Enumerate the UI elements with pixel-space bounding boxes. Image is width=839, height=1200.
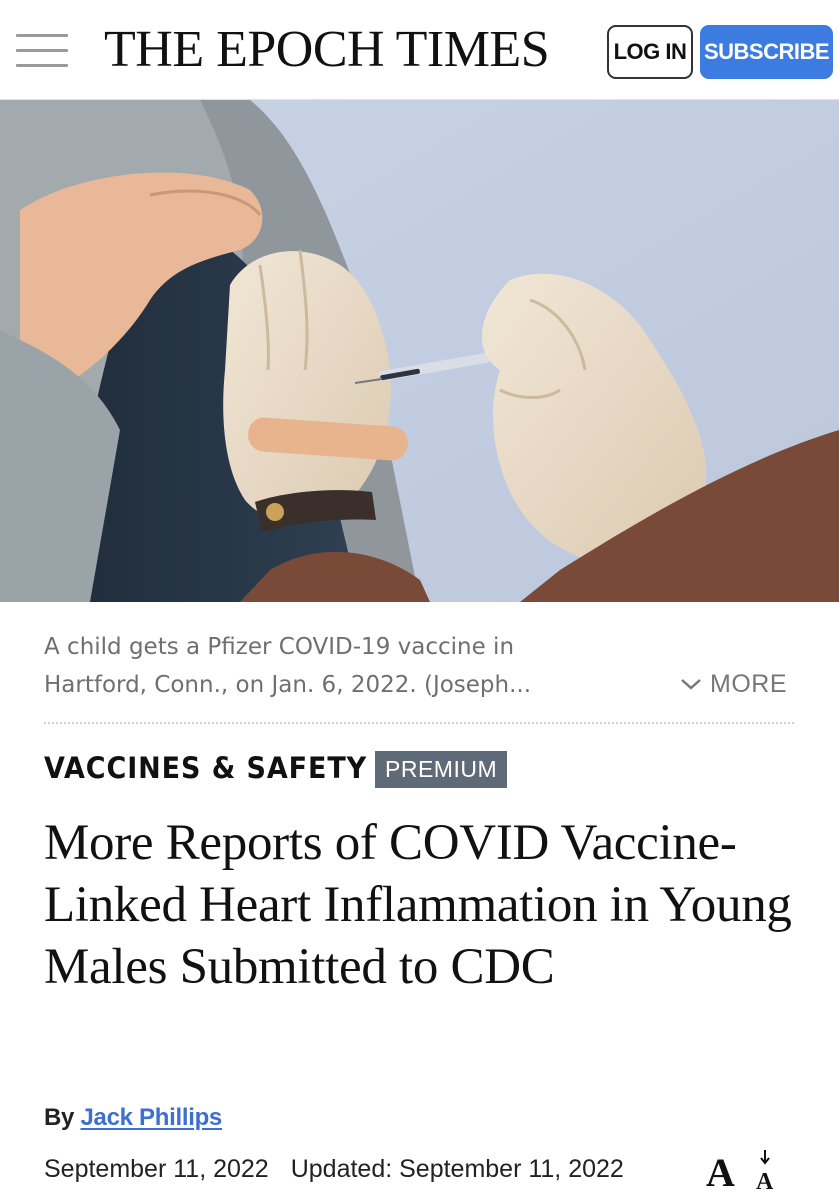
photo-caption: A child gets a Pfizer COVID-19 vaccine i…	[44, 628, 604, 704]
chevron-down-icon	[681, 679, 701, 690]
text-size-icon[interactable]: A A	[704, 1148, 784, 1192]
caption-line-2: Hartford, Conn., on Jan. 6, 2022. (Josep…	[44, 672, 532, 698]
svg-text:A: A	[756, 1169, 774, 1192]
updated-date: Updated: September 11, 2022	[290, 1155, 624, 1183]
login-button[interactable]: LOG IN	[607, 25, 693, 79]
article-dates: September 11, 2022 Updated: September 11,…	[44, 1152, 624, 1186]
article-hero-image[interactable]	[0, 100, 839, 602]
published-date: September 11, 2022	[44, 1155, 269, 1183]
more-label: MORE	[710, 669, 787, 698]
author-link[interactable]: Jack Phillips	[80, 1104, 222, 1131]
caption-line-1: A child gets a Pfizer COVID-19 vaccine i…	[44, 634, 515, 660]
article-headline: More Reports of COVID Vaccine-Linked Hea…	[44, 815, 792, 995]
byline-prefix: By	[44, 1104, 75, 1131]
site-logo[interactable]: THE EPOCH TIMES	[104, 20, 550, 80]
premium-badge: PREMIUM	[375, 751, 508, 788]
caption-more-button[interactable]: MORE	[680, 666, 787, 702]
caption-divider	[44, 722, 794, 724]
section-link[interactable]: VACCINES & SAFETY	[44, 748, 367, 788]
svg-text:A: A	[706, 1150, 735, 1192]
site-header: THE EPOCH TIMES LOG IN SUBSCRIBE	[0, 0, 839, 100]
byline: By Jack Phillips	[44, 1102, 222, 1134]
subscribe-button[interactable]: SUBSCRIBE	[700, 25, 833, 79]
menu-icon[interactable]	[16, 34, 68, 68]
